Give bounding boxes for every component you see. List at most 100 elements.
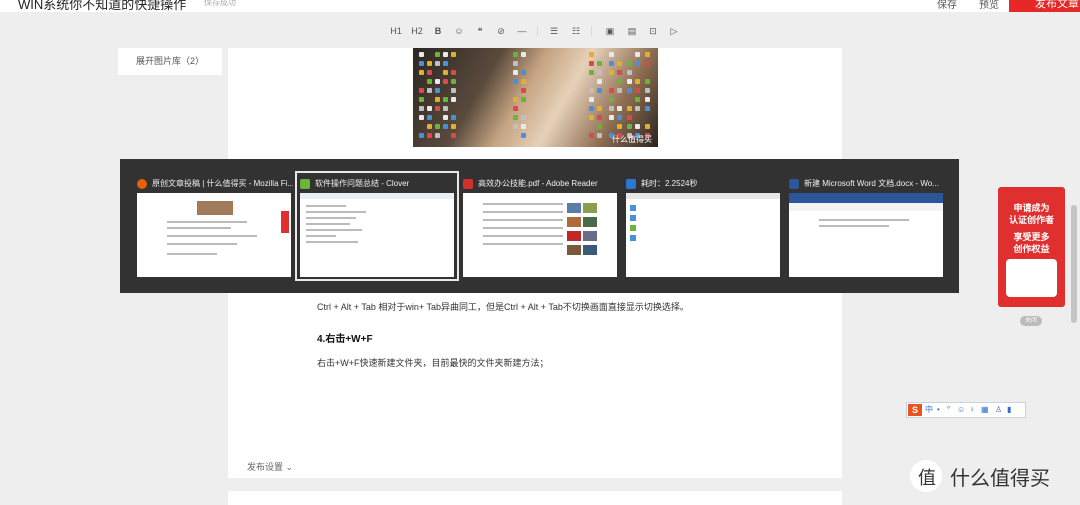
desktop-icon (609, 88, 614, 93)
desktop-icon (513, 115, 518, 120)
task-header: 高效办公技能.pdf - Adobe Reader (463, 177, 619, 191)
task-thumbnail (463, 193, 617, 277)
video-icon[interactable]: ▷ (667, 24, 681, 38)
emoji-icon[interactable]: ☺ (452, 24, 466, 38)
ime-toolbar: S 中 • ° ☺ ♀ ▦ ♙ ▮ (906, 402, 1026, 418)
desktop-icon (589, 97, 594, 102)
publish-settings-toggle[interactable]: 发布设置 ⌄ (247, 460, 293, 473)
paragraph[interactable]: Ctrl + Alt + Tab 相对于win+ Tab异曲同工，但是Ctrl … (317, 300, 689, 313)
gallery-icon[interactable]: ▤ (625, 24, 639, 38)
toolbar-separator (591, 26, 592, 36)
task-header: 耗时：2.2524秒 (626, 177, 782, 191)
desktop-icon (645, 79, 650, 84)
desktop-icon (419, 88, 424, 93)
task-adobe-reader[interactable]: 高效办公技能.pdf - Adobe Reader (460, 173, 620, 279)
section-heading[interactable]: 4.右击+W+F (317, 330, 373, 345)
clover-icon (300, 179, 310, 189)
desktop-icon (645, 124, 650, 129)
page-scrollbar[interactable] (1071, 205, 1077, 323)
link-icon[interactable]: ⊘ (494, 24, 508, 38)
paragraph[interactable]: 右击+W+F快速新建文件夹，目前最快的文件夹新建方法； (317, 356, 549, 369)
pdf-icon (463, 179, 473, 189)
heading1-button[interactable]: H1 (389, 24, 403, 38)
site-watermark: 什么值得买 (950, 468, 1050, 490)
expand-gallery-button[interactable]: 展开图片库（2） (118, 48, 222, 75)
desktop-icon (627, 115, 632, 120)
top-header: WIN系统你不知道的快捷操作 累计 3 保存成功 保存 预览 发布文章 (0, 0, 1080, 12)
desktop-icon (419, 61, 424, 66)
desktop-icon (451, 88, 456, 93)
task-thumbnail (626, 193, 780, 277)
sogou-logo-icon[interactable]: S (908, 404, 922, 416)
task-switcher: 原创文章投稿 | 什么值得买 - Mozilla Fi... 软件操作问题总结 … (120, 159, 959, 293)
punctuation-icon[interactable]: • (937, 404, 940, 416)
task-word[interactable]: 新建 Microsoft Word 文档.docx - Wo... (786, 173, 946, 279)
desktop-icon (443, 106, 448, 111)
heading2-button[interactable]: H2 (410, 24, 424, 38)
preview-button[interactable]: 预览 (979, 0, 999, 11)
desktop-icon (427, 133, 432, 138)
task-thumbnail (789, 193, 943, 277)
creator-promo-banner[interactable]: 申请成为 认证创作者 享受更多 创作权益 (998, 187, 1065, 307)
desktop-icon (513, 106, 518, 111)
article-image[interactable]: 什么值得买 (413, 48, 658, 147)
desktop-icon (627, 61, 632, 66)
desktop-icon (435, 61, 440, 66)
desktop-icon (427, 61, 432, 66)
desktop-icon (609, 70, 614, 75)
desktop-icon (427, 70, 432, 75)
desktop-icon (513, 97, 518, 102)
toolbox-icon[interactable]: ▮ (1007, 404, 1011, 416)
desktop-icon (427, 106, 432, 111)
desktop-icon (609, 97, 614, 102)
desktop-icon (427, 79, 432, 84)
image-icon[interactable]: ▣ (603, 24, 617, 38)
fullwidth-icon[interactable]: ° (947, 404, 950, 416)
desktop-icon (443, 61, 448, 66)
voice-icon[interactable]: ♀ (969, 404, 975, 416)
task-title: 高效办公技能.pdf - Adobe Reader (478, 179, 598, 188)
task-clover[interactable]: 软件操作问题总结 - Clover (295, 171, 459, 281)
desktop-icon (635, 79, 640, 84)
desktop-icon (451, 70, 456, 75)
desktop-icon (617, 115, 622, 120)
desktop-icon (645, 88, 650, 93)
desktop-icon (627, 79, 632, 84)
ordered-list-icon[interactable]: ☷ (569, 24, 583, 38)
desktop-icon (627, 106, 632, 111)
desktop-icon (435, 133, 440, 138)
word-icon (789, 179, 799, 189)
task-thumbnail (137, 193, 291, 277)
desktop-icon (597, 88, 602, 93)
app-icon (626, 179, 636, 189)
desktop-icon (597, 79, 602, 84)
desktop-icon (597, 133, 602, 138)
desktop-icon (635, 97, 640, 102)
desktop-icon (589, 88, 594, 93)
chinese-mode-icon[interactable]: 中 (925, 404, 933, 416)
desktop-icon (589, 106, 594, 111)
desktop-icon (427, 88, 432, 93)
bold-button[interactable]: B (431, 24, 445, 38)
promo-line: 认证创作者 (1008, 215, 1054, 225)
desktop-icon (513, 70, 518, 75)
emoji-icon[interactable]: ☺ (957, 404, 965, 416)
task-timer[interactable]: 耗时：2.2524秒 (623, 173, 783, 279)
unordered-list-icon[interactable]: ☰ (547, 24, 561, 38)
close-promo-button[interactable]: 关闭 (1020, 316, 1042, 326)
product-card-icon[interactable]: ⊡ (646, 24, 660, 38)
desktop-icon (645, 106, 650, 111)
desktop-icon (451, 52, 456, 57)
skin-icon[interactable]: ♙ (995, 404, 1002, 416)
desktop-icon (443, 70, 448, 75)
divider-icon[interactable]: — (515, 24, 529, 38)
quote-icon[interactable]: ❝ (473, 24, 487, 38)
task-firefox[interactable]: 原创文章投稿 | 什么值得买 - Mozilla Fi... (134, 173, 294, 279)
desktop-icon (597, 70, 602, 75)
publish-button[interactable]: 发布文章 (1009, 0, 1080, 12)
desktop-icon (451, 97, 456, 102)
save-draft-button[interactable]: 保存 (937, 0, 957, 11)
keyboard-icon[interactable]: ▦ (981, 404, 989, 416)
desktop-icon (513, 61, 518, 66)
desktop-icon (443, 97, 448, 102)
